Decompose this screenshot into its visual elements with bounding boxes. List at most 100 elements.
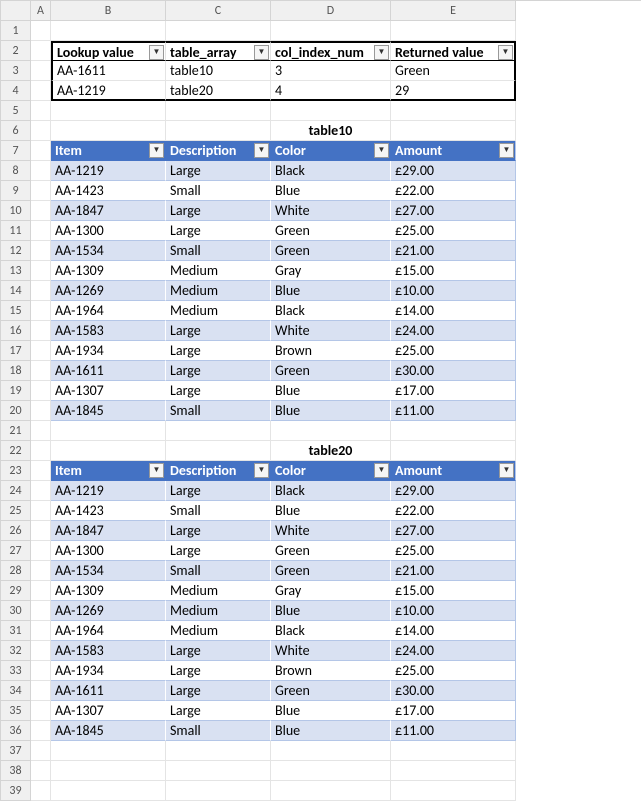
filter-dropdown-icon[interactable]: ▼ — [254, 143, 269, 158]
table-cell[interactable]: AA-1423 — [51, 501, 166, 521]
filter-dropdown-icon[interactable]: ▼ — [499, 143, 514, 158]
table-cell[interactable]: Medium — [166, 581, 271, 601]
table-cell[interactable]: £25.00 — [391, 541, 516, 561]
row-header[interactable]: 35 — [1, 701, 31, 721]
table-cell[interactable]: Large — [166, 541, 271, 561]
row-header[interactable]: 32 — [1, 641, 31, 661]
table-cell[interactable]: £30.00 — [391, 361, 516, 381]
row-header[interactable]: 22 — [1, 441, 31, 461]
lookup-cell[interactable]: AA-1219 — [51, 81, 166, 101]
row-header[interactable]: 18 — [1, 361, 31, 381]
filter-dropdown-icon[interactable]: ▼ — [149, 463, 164, 478]
table-cell[interactable]: AA-1534 — [51, 561, 166, 581]
lookup-cell[interactable]: 29 — [391, 81, 516, 101]
table-cell[interactable]: AA-1423 — [51, 181, 166, 201]
table-cell[interactable]: Medium — [166, 621, 271, 641]
table-cell[interactable]: £25.00 — [391, 661, 516, 681]
column-header[interactable]: C — [166, 1, 271, 21]
table-cell[interactable]: AA-1269 — [51, 601, 166, 621]
row-header[interactable]: 12 — [1, 241, 31, 261]
column-header[interactable]: D — [271, 1, 391, 21]
table-cell[interactable]: Small — [166, 561, 271, 581]
table-cell[interactable]: AA-1611 — [51, 681, 166, 701]
table-cell[interactable]: Blue — [271, 281, 391, 301]
table-cell[interactable]: AA-1269 — [51, 281, 166, 301]
table-cell[interactable]: White — [271, 521, 391, 541]
row-header[interactable]: 11 — [1, 221, 31, 241]
row-header[interactable]: 9 — [1, 181, 31, 201]
row-header[interactable]: 10 — [1, 201, 31, 221]
filter-dropdown-icon[interactable]: ▼ — [254, 45, 269, 60]
table-cell[interactable]: Large — [166, 161, 271, 181]
table-cell[interactable]: Large — [166, 321, 271, 341]
table-cell[interactable]: AA-1583 — [51, 641, 166, 661]
table-cell[interactable]: Small — [166, 721, 271, 741]
row-header[interactable]: 7 — [1, 141, 31, 161]
spreadsheet-grid[interactable]: ABCDE12Lookup value▼table_array▼col_inde… — [0, 0, 641, 801]
row-header[interactable]: 1 — [1, 21, 31, 41]
table-cell[interactable]: AA-1219 — [51, 481, 166, 501]
table-cell[interactable]: Large — [166, 701, 271, 721]
row-header[interactable]: 28 — [1, 561, 31, 581]
table-cell[interactable]: £29.00 — [391, 481, 516, 501]
filter-dropdown-icon[interactable]: ▼ — [149, 143, 164, 158]
table-cell[interactable]: Black — [271, 621, 391, 641]
table-cell[interactable]: £10.00 — [391, 281, 516, 301]
table-cell[interactable]: Gray — [271, 581, 391, 601]
row-header[interactable]: 23 — [1, 461, 31, 481]
table-cell[interactable]: AA-1307 — [51, 701, 166, 721]
row-header[interactable]: 38 — [1, 761, 31, 781]
table-cell[interactable]: £25.00 — [391, 221, 516, 241]
row-header[interactable]: 21 — [1, 421, 31, 441]
table-cell[interactable]: Green — [271, 221, 391, 241]
column-header[interactable]: B — [51, 1, 166, 21]
table-cell[interactable]: Small — [166, 501, 271, 521]
table-cell[interactable]: AA-1300 — [51, 221, 166, 241]
table-cell[interactable]: AA-1219 — [51, 161, 166, 181]
lookup-cell[interactable]: table10 — [166, 61, 271, 81]
table-cell[interactable]: Green — [271, 681, 391, 701]
table-cell[interactable]: AA-1934 — [51, 341, 166, 361]
row-header[interactable]: 3 — [1, 61, 31, 81]
row-header[interactable]: 26 — [1, 521, 31, 541]
row-header[interactable]: 20 — [1, 401, 31, 421]
table-cell[interactable]: Green — [271, 361, 391, 381]
row-header[interactable]: 16 — [1, 321, 31, 341]
table-cell[interactable]: White — [271, 321, 391, 341]
filter-dropdown-icon[interactable]: ▼ — [254, 463, 269, 478]
row-header[interactable]: 4 — [1, 81, 31, 101]
table-cell[interactable]: Medium — [166, 301, 271, 321]
table-cell[interactable]: AA-1964 — [51, 301, 166, 321]
table-cell[interactable]: £25.00 — [391, 341, 516, 361]
table-cell[interactable]: Large — [166, 641, 271, 661]
row-header[interactable]: 8 — [1, 161, 31, 181]
table-cell[interactable]: Green — [271, 561, 391, 581]
table-cell[interactable]: £24.00 — [391, 641, 516, 661]
row-header[interactable]: 33 — [1, 661, 31, 681]
lookup-cell[interactable]: table20 — [166, 81, 271, 101]
column-header[interactable]: A — [31, 1, 51, 21]
table-cell[interactable]: Blue — [271, 401, 391, 421]
row-header[interactable]: 25 — [1, 501, 31, 521]
filter-dropdown-icon[interactable]: ▼ — [499, 463, 514, 478]
table-cell[interactable]: Green — [271, 241, 391, 261]
table-cell[interactable]: £21.00 — [391, 241, 516, 261]
row-header[interactable]: 13 — [1, 261, 31, 281]
table-cell[interactable]: Blue — [271, 181, 391, 201]
row-header[interactable]: 5 — [1, 101, 31, 121]
table-cell[interactable]: Blue — [271, 601, 391, 621]
table-cell[interactable]: Large — [166, 661, 271, 681]
row-header[interactable]: 36 — [1, 721, 31, 741]
table-cell[interactable]: Medium — [166, 281, 271, 301]
table-cell[interactable]: AA-1611 — [51, 361, 166, 381]
row-header[interactable]: 6 — [1, 121, 31, 141]
table-cell[interactable]: £11.00 — [391, 401, 516, 421]
lookup-cell[interactable]: 4 — [271, 81, 391, 101]
row-header[interactable]: 2 — [1, 41, 31, 61]
filter-dropdown-icon[interactable]: ▼ — [374, 143, 389, 158]
table-cell[interactable]: Medium — [166, 601, 271, 621]
lookup-cell[interactable]: Green — [391, 61, 516, 81]
table-cell[interactable]: £22.00 — [391, 181, 516, 201]
filter-dropdown-icon[interactable]: ▼ — [149, 45, 164, 60]
table-cell[interactable]: Green — [271, 541, 391, 561]
